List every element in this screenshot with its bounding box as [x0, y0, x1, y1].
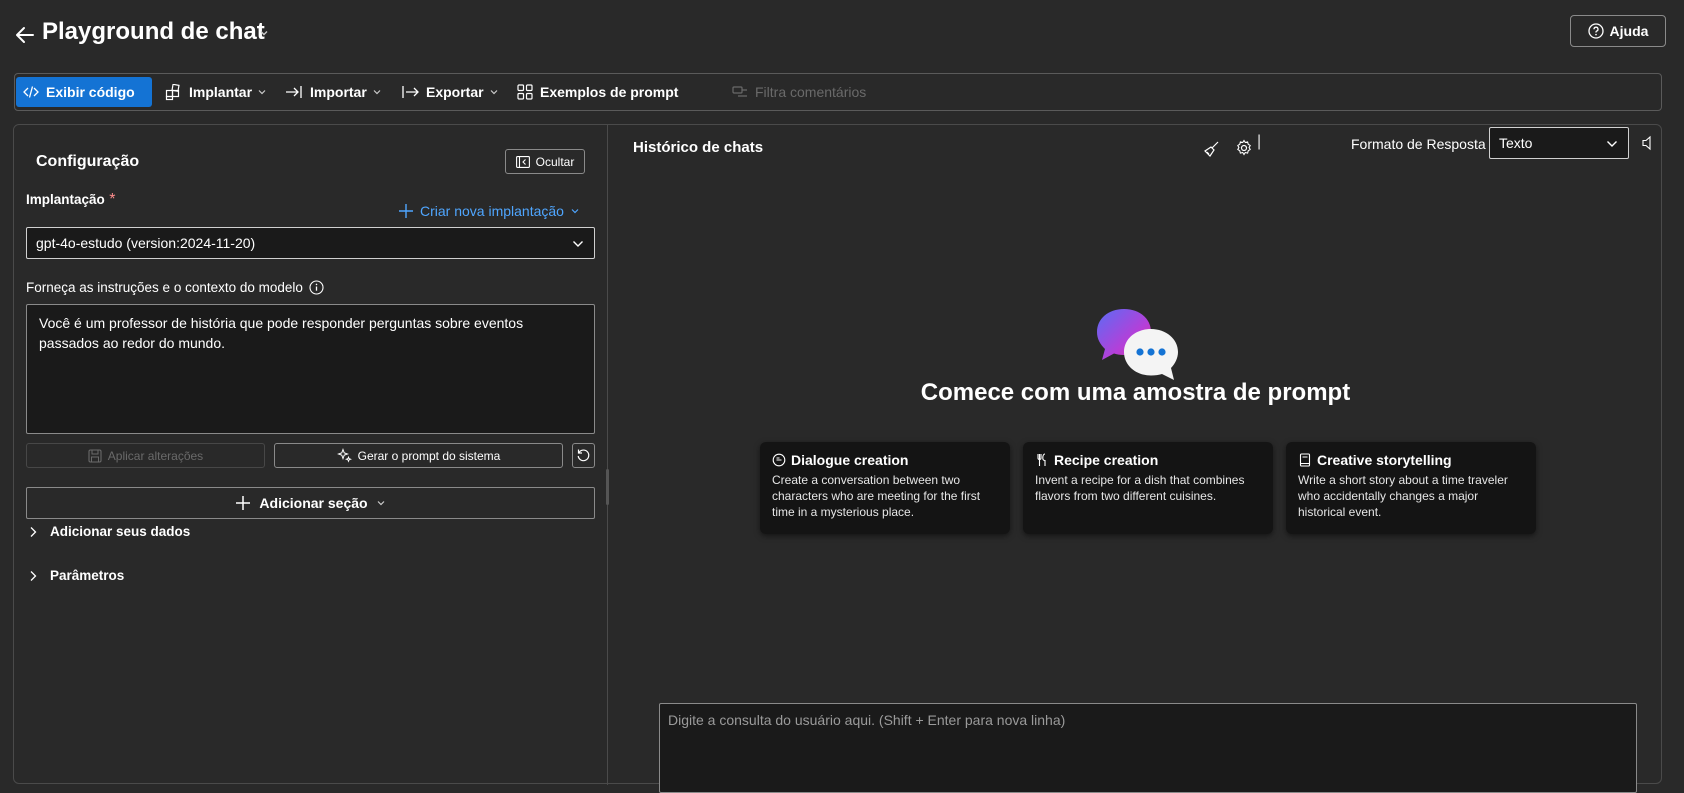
show-code-label: Exibir código	[46, 84, 135, 100]
parameters-section[interactable]: Parâmetros	[28, 568, 124, 583]
card-description: Create a conversation between two charac…	[772, 473, 981, 519]
hide-panel-button[interactable]: Ocultar	[505, 149, 585, 174]
card-title: Recipe creation	[1054, 452, 1159, 468]
instructions-label: Forneça as instruções e o contexto do mo…	[26, 280, 324, 295]
help-label: Ajuda	[1609, 23, 1649, 39]
chevron-right-icon	[28, 526, 38, 538]
save-icon	[88, 448, 102, 463]
import-menu-button[interactable]: Importar	[278, 77, 389, 107]
deployment-label-text: Implantação	[26, 192, 105, 207]
chat-bubbles-icon	[1094, 307, 1184, 387]
chevron-down-icon	[372, 87, 382, 97]
page-title: Playground de chat	[42, 18, 265, 45]
deployment-value: gpt-4o-estudo (version:2024-11-20)	[36, 235, 256, 251]
gear-icon[interactable]	[1235, 139, 1253, 157]
chevron-right-icon	[28, 570, 38, 582]
chat-bubble-icon	[772, 453, 786, 467]
create-deployment-link[interactable]: Criar nova implantação	[398, 203, 580, 219]
config-panel: Configuração Ocultar Implantação * Criar…	[14, 125, 608, 785]
generate-prompt-label: Gerar o prompt do sistema	[357, 448, 501, 463]
examples-icon	[517, 84, 533, 100]
card-description: Invent a recipe for a dish that combines…	[1035, 473, 1245, 503]
plus-icon	[398, 203, 414, 219]
deployment-select[interactable]: gpt-4o-estudo (version:2024-11-20)	[26, 227, 595, 259]
prompt-card-storytelling[interactable]: Creative storytelling Write a short stor…	[1286, 442, 1536, 534]
chevron-down-icon	[1606, 138, 1618, 150]
apply-changes-label: Aplicar alterações	[107, 448, 204, 463]
user-query-input[interactable]: Digite a consulta do usuário aqui. (Shif…	[659, 703, 1637, 793]
reset-icon	[576, 448, 591, 463]
instructions-label-text: Forneça as instruções e o contexto do mo…	[26, 280, 303, 295]
code-icon	[23, 84, 39, 100]
card-title: Creative storytelling	[1317, 452, 1452, 468]
card-title: Dialogue creation	[791, 452, 909, 468]
import-label: Importar	[310, 84, 367, 100]
back-arrow-icon[interactable]	[14, 24, 36, 46]
chevron-down-icon[interactable]	[258, 27, 270, 39]
response-format-select[interactable]: Texto	[1489, 127, 1629, 159]
chevron-down-icon	[489, 87, 499, 97]
export-menu-button[interactable]: Exportar	[394, 77, 506, 107]
filter-comments-label: Filtra comentários	[755, 84, 867, 100]
prompt-examples-button[interactable]: Exemplos de prompt	[510, 77, 685, 107]
chevron-down-icon	[570, 206, 580, 216]
toolbar: Exibir código Implantar Importar Exporta…	[14, 73, 1662, 111]
add-data-label: Adicionar seus dados	[50, 524, 191, 539]
hide-panel-icon	[515, 155, 530, 168]
sparkle-icon	[336, 448, 352, 463]
grid-icon	[165, 83, 182, 101]
filter-icon	[732, 84, 748, 100]
add-section-button[interactable]: Adicionar seção	[26, 487, 595, 519]
deploy-label: Implantar	[189, 84, 253, 100]
chevron-down-icon	[376, 498, 386, 508]
export-icon	[401, 84, 419, 100]
create-deployment-label: Criar nova implantação	[420, 203, 564, 219]
hide-label: Ocultar	[535, 154, 575, 169]
config-title: Configuração	[36, 153, 140, 170]
plus-icon	[235, 495, 251, 511]
parameters-label: Parâmetros	[50, 568, 125, 583]
help-button[interactable]: Ajuda	[1570, 15, 1666, 47]
speaker-icon[interactable]	[1641, 135, 1655, 151]
chevron-down-icon	[572, 238, 584, 250]
start-title: Comece com uma amostra de prompt	[920, 379, 1351, 406]
show-code-button[interactable]: Exibir código	[16, 77, 152, 107]
book-icon	[1298, 453, 1312, 467]
deployment-label: Implantação *	[26, 191, 115, 209]
response-format-value: Texto	[1499, 135, 1533, 151]
filter-comments-button[interactable]: Filtra comentários	[725, 77, 873, 107]
response-format-label: Formato de Resposta	[1351, 136, 1486, 152]
broom-icon[interactable]	[1203, 140, 1221, 158]
chat-panel: Histórico de chats | Formato de Resposta…	[609, 125, 1662, 793]
prompt-card-recipe[interactable]: Recipe creation Invent a recipe for a di…	[1023, 442, 1273, 534]
import-icon	[285, 84, 303, 100]
chevron-down-icon	[257, 87, 267, 97]
instructions-textarea[interactable]: Você é um professor de história que pode…	[26, 304, 595, 434]
apply-changes-button[interactable]: Aplicar alterações	[26, 443, 265, 468]
prompt-card-dialogue[interactable]: Dialogue creation Create a conversation …	[760, 442, 1010, 534]
add-section-label: Adicionar seção	[259, 495, 368, 511]
help-icon	[1587, 23, 1604, 39]
page-header: Playground de chat Ajuda	[0, 0, 1684, 68]
deploy-menu-button[interactable]: Implantar	[158, 77, 274, 107]
utensils-icon	[1035, 453, 1049, 467]
reset-button[interactable]	[572, 443, 595, 468]
prompt-examples-label: Exemplos de prompt	[540, 84, 679, 100]
chat-history-title: Histórico de chats	[633, 139, 764, 156]
info-icon[interactable]	[309, 280, 324, 295]
add-data-section[interactable]: Adicionar seus dados	[28, 524, 190, 539]
export-label: Exportar	[426, 84, 484, 100]
card-description: Write a short story about a time travele…	[1298, 473, 1508, 519]
toolbar-divider: |	[1257, 133, 1262, 150]
generate-prompt-button[interactable]: Gerar o prompt do sistema	[274, 443, 563, 468]
main-frame: Configuração Ocultar Implantação * Criar…	[13, 124, 1662, 793]
required-mark: *	[109, 191, 116, 208]
